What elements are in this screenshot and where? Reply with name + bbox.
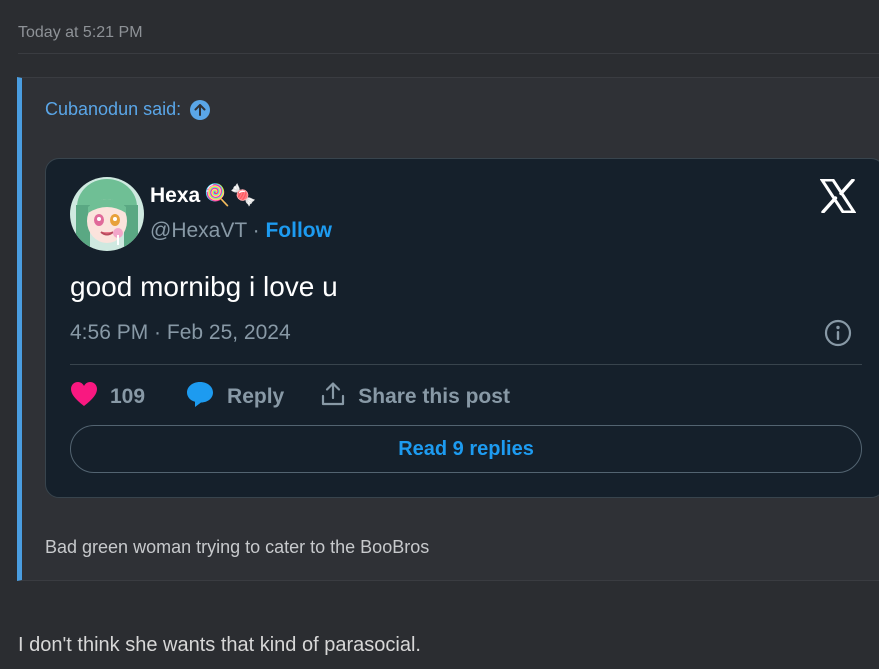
x-logo-icon[interactable] (819, 178, 857, 214)
avatar[interactable] (70, 177, 144, 251)
like-button[interactable]: 109 (70, 381, 145, 413)
read-replies-button[interactable]: Read 9 replies (70, 425, 862, 473)
divider (18, 53, 879, 54)
tweet-actions: 109 Reply Share this post (70, 377, 510, 417)
quote-comment: Bad green woman trying to cater to the B… (45, 537, 430, 557)
author-handle-row: @HexaVT · Follow (150, 219, 332, 243)
quote-author-label[interactable]: Cubanodun said: (45, 99, 181, 120)
follow-link[interactable]: Follow (265, 219, 332, 242)
reply-text: I don't think she wants that kind of par… (18, 634, 421, 656)
author-name-emojis: 🍭🍬 (204, 184, 257, 207)
tweet-text: good mornibg i love u (70, 271, 338, 302)
handle-separator: · (246, 219, 266, 242)
quote-header[interactable]: Cubanodun said: (45, 99, 211, 120)
reply-button[interactable]: Reply (185, 380, 284, 414)
share-icon (320, 381, 346, 413)
author-handle[interactable]: @HexaVT (150, 219, 247, 242)
tweet-time[interactable]: 4:56 PM · Feb 25, 2024 (70, 321, 291, 345)
author-name-row[interactable]: Hexa 🍭🍬 (150, 184, 257, 208)
up-arrow-icon[interactable] (190, 99, 211, 120)
reply-bubble-icon (185, 380, 215, 414)
post-timestamp: Today at 5:21 PM (18, 24, 143, 41)
share-button[interactable]: Share this post (320, 381, 510, 413)
card-divider (70, 364, 862, 365)
info-icon[interactable] (824, 319, 852, 347)
author-name[interactable]: Hexa (150, 184, 200, 208)
tweet-embed: Hexa 🍭🍬 @HexaVT · Follow good mornibg i … (45, 158, 879, 498)
heart-icon (70, 381, 98, 413)
quote-block: Cubanodun said: Hexa 🍭🍬 @HexaVT · Follow… (17, 77, 879, 581)
reply-label: Reply (227, 385, 285, 408)
share-label: Share this post (358, 385, 510, 408)
like-count: 109 (110, 385, 146, 408)
